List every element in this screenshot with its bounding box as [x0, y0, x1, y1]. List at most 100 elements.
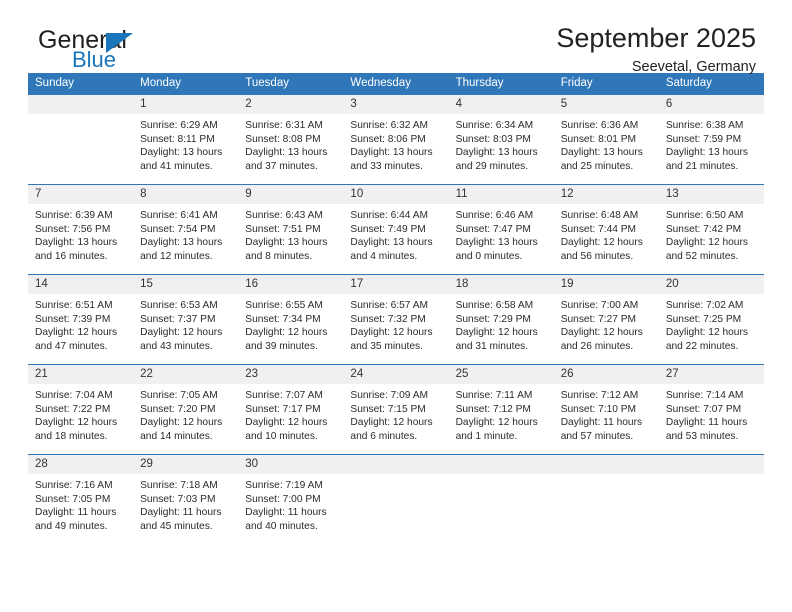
- day-cell[interactable]: Sunrise: 6:36 AM Sunset: 8:01 PM Dayligh…: [554, 114, 659, 184]
- day-number[interactable]: 3: [343, 95, 448, 114]
- day-cell[interactable]: Sunrise: 6:51 AM Sunset: 7:39 PM Dayligh…: [28, 294, 133, 364]
- day-number[interactable]: 26: [554, 365, 659, 384]
- day-cell[interactable]: Sunrise: 6:55 AM Sunset: 7:34 PM Dayligh…: [238, 294, 343, 364]
- day-number[interactable]: 28: [28, 455, 133, 474]
- sunrise-text: Sunrise: 7:14 AM: [665, 390, 744, 401]
- day-cell[interactable]: Sunrise: 7:04 AM Sunset: 7:22 PM Dayligh…: [28, 384, 133, 454]
- sunset-text: Sunset: 7:59 PM: [665, 133, 742, 145]
- day-number[interactable]: [28, 95, 133, 114]
- day-number[interactable]: 1: [133, 95, 238, 114]
- day-number[interactable]: 9: [238, 185, 343, 204]
- logo-text-blue: Blue: [72, 47, 117, 72]
- day-cell[interactable]: Sunrise: 7:19 AM Sunset: 7:00 PM Dayligh…: [238, 474, 343, 544]
- day-cell[interactable]: Sunrise: 7:02 AM Sunset: 7:25 PM Dayligh…: [659, 294, 764, 364]
- day-cell[interactable]: Sunrise: 6:46 AM Sunset: 7:47 PM Dayligh…: [449, 204, 554, 274]
- sunset-text: Sunset: 7:44 PM: [560, 223, 637, 235]
- sunset-text: Sunset: 7:05 PM: [35, 493, 111, 505]
- sunset-text: Sunset: 7:54 PM: [140, 223, 216, 235]
- day-cell[interactable]: Sunrise: 7:00 AM Sunset: 7:27 PM Dayligh…: [554, 294, 659, 364]
- day-cell[interactable]: Sunrise: 6:32 AM Sunset: 8:06 PM Dayligh…: [343, 114, 448, 184]
- daylight-text-line1: Daylight: 11 hours: [665, 417, 748, 429]
- day-number[interactable]: 6: [659, 95, 764, 114]
- day-cell[interactable]: Sunrise: 6:43 AM Sunset: 7:51 PM Dayligh…: [238, 204, 343, 274]
- day-number[interactable]: 20: [659, 275, 764, 294]
- day-cell[interactable]: Sunrise: 7:14 AM Sunset: 7:07 PM Dayligh…: [659, 384, 764, 454]
- day-number[interactable]: 15: [133, 275, 238, 294]
- day-number[interactable]: 17: [343, 275, 448, 294]
- dow-thursday: Thursday: [455, 77, 504, 89]
- day-cell[interactable]: Sunrise: 6:48 AM Sunset: 7:44 PM Dayligh…: [554, 204, 659, 274]
- day-cell[interactable]: Sunrise: 6:38 AM Sunset: 7:59 PM Dayligh…: [659, 114, 764, 184]
- daylight-text-line2: and 14 minutes.: [140, 430, 213, 442]
- daylight-text-line2: and 33 minutes.: [350, 160, 423, 172]
- sunset-text: Sunset: 7:25 PM: [665, 313, 742, 325]
- day-number[interactable]: 8: [133, 185, 238, 204]
- day-number[interactable]: 27: [659, 365, 764, 384]
- daylight-text-line2: and 29 minutes.: [455, 160, 529, 172]
- day-cell[interactable]: Sunrise: 6:53 AM Sunset: 7:37 PM Dayligh…: [133, 294, 238, 364]
- day-cell[interactable]: Sunrise: 6:34 AM Sunset: 8:03 PM Dayligh…: [449, 114, 554, 184]
- sunset-text: Sunset: 7:29 PM: [455, 313, 531, 325]
- day-cell[interactable]: Sunrise: 7:05 AM Sunset: 7:20 PM Dayligh…: [133, 384, 238, 454]
- sunset-text: Sunset: 7:17 PM: [245, 403, 321, 415]
- day-cell[interactable]: Sunrise: 6:41 AM Sunset: 7:54 PM Dayligh…: [133, 204, 238, 274]
- daylight-text-line2: and 39 minutes.: [245, 340, 318, 352]
- week-day-details: Sunrise: 6:29 AM Sunset: 8:11 PM Dayligh…: [28, 114, 764, 184]
- day-number[interactable]: 10: [343, 185, 448, 204]
- day-number[interactable]: 19: [554, 275, 659, 294]
- day-number[interactable]: 4: [449, 95, 554, 114]
- day-number[interactable]: 18: [449, 275, 554, 294]
- day-number[interactable]: 30: [238, 455, 343, 474]
- sunset-text: Sunset: 7:56 PM: [35, 223, 111, 235]
- daylight-text-line1: Daylight: 12 hours: [245, 417, 328, 429]
- daylight-text-line1: Daylight: 13 hours: [455, 237, 538, 249]
- day-number[interactable]: 29: [133, 455, 238, 474]
- day-cell[interactable]: Sunrise: 6:58 AM Sunset: 7:29 PM Dayligh…: [449, 294, 554, 364]
- sunset-text: Sunset: 7:32 PM: [350, 313, 426, 325]
- daylight-text-line1: Daylight: 12 hours: [455, 327, 538, 339]
- sunrise-text: Sunrise: 6:51 AM: [35, 300, 113, 311]
- daylight-text-line1: Daylight: 11 hours: [560, 417, 643, 429]
- day-cell[interactable]: Sunrise: 6:31 AM Sunset: 8:08 PM Dayligh…: [238, 114, 343, 184]
- sunset-text: Sunset: 7:12 PM: [455, 403, 531, 415]
- general-blue-logo[interactable]: General Blue: [38, 26, 248, 72]
- day-number[interactable]: 5: [554, 95, 659, 114]
- sunrise-text: Sunrise: 7:12 AM: [560, 390, 639, 401]
- day-cell[interactable]: Sunrise: 7:16 AM Sunset: 7:05 PM Dayligh…: [28, 474, 133, 544]
- day-number[interactable]: 14: [28, 275, 133, 294]
- day-number[interactable]: 22: [133, 365, 238, 384]
- day-cell[interactable]: Sunrise: 7:07 AM Sunset: 7:17 PM Dayligh…: [238, 384, 343, 454]
- week-day-details: Sunrise: 6:51 AM Sunset: 7:39 PM Dayligh…: [28, 294, 764, 364]
- day-number[interactable]: 25: [449, 365, 554, 384]
- week-day-numbers: 7 8 9 10 11 12 13: [28, 185, 764, 204]
- day-cell[interactable]: Sunrise: 6:29 AM Sunset: 8:11 PM Dayligh…: [133, 114, 238, 184]
- day-number[interactable]: 21: [28, 365, 133, 384]
- day-cell[interactable]: Sunrise: 7:09 AM Sunset: 7:15 PM Dayligh…: [343, 384, 448, 454]
- sunset-text: Sunset: 7:00 PM: [245, 493, 321, 505]
- day-number[interactable]: 12: [554, 185, 659, 204]
- day-number[interactable]: 7: [28, 185, 133, 204]
- sunset-text: Sunset: 7:51 PM: [245, 223, 321, 235]
- day-cell[interactable]: Sunrise: 6:50 AM Sunset: 7:42 PM Dayligh…: [659, 204, 764, 274]
- daylight-text-line2: and 47 minutes.: [35, 340, 108, 352]
- sunset-text: Sunset: 7:22 PM: [35, 403, 111, 415]
- daylight-text-line2: and 45 minutes.: [140, 520, 213, 532]
- day-cell[interactable]: Sunrise: 6:44 AM Sunset: 7:49 PM Dayligh…: [343, 204, 448, 274]
- sunset-text: Sunset: 8:06 PM: [350, 133, 426, 145]
- daylight-text-line2: and 37 minutes.: [245, 160, 318, 172]
- day-number[interactable]: 2: [238, 95, 343, 114]
- day-number[interactable]: 11: [449, 185, 554, 204]
- sunrise-text: Sunrise: 6:58 AM: [455, 300, 534, 311]
- day-cell[interactable]: Sunrise: 7:11 AM Sunset: 7:12 PM Dayligh…: [449, 384, 554, 454]
- day-number[interactable]: 24: [343, 365, 448, 384]
- sunrise-text: Sunrise: 6:38 AM: [665, 120, 744, 131]
- day-number[interactable]: 16: [238, 275, 343, 294]
- day-cell[interactable]: Sunrise: 6:39 AM Sunset: 7:56 PM Dayligh…: [28, 204, 133, 274]
- day-cell[interactable]: Sunrise: 7:12 AM Sunset: 7:10 PM Dayligh…: [554, 384, 659, 454]
- day-cell[interactable]: Sunrise: 6:57 AM Sunset: 7:32 PM Dayligh…: [343, 294, 448, 364]
- daylight-text-line1: Daylight: 12 hours: [350, 417, 433, 429]
- calendar-week-row: 1 2 3 4 5 6 Sunrise: 6:29 AM Sunset: 8:1…: [28, 94, 764, 184]
- day-number[interactable]: 23: [238, 365, 343, 384]
- day-cell[interactable]: Sunrise: 7:18 AM Sunset: 7:03 PM Dayligh…: [133, 474, 238, 544]
- day-number[interactable]: 13: [659, 185, 764, 204]
